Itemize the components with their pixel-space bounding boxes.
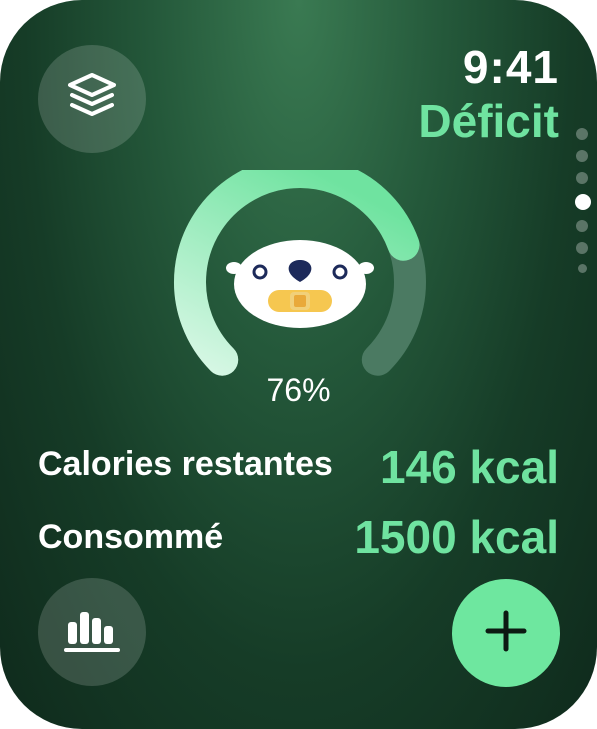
consumed-value: 1500 kcal (354, 511, 559, 563)
plus-icon (484, 609, 528, 658)
add-button[interactable] (452, 579, 560, 687)
page-dot (577, 264, 587, 273)
page-dot (576, 172, 588, 184)
remaining-calories-label: Calories restantes (38, 445, 333, 483)
page-dot-active (575, 194, 591, 210)
progress-percent: 76% (266, 372, 331, 408)
page-dot (576, 242, 588, 254)
watch-screen: 9:41 Déficit 76% Calories restantes 146 … (0, 0, 597, 729)
layers-icon (64, 69, 120, 130)
layers-button[interactable] (38, 45, 146, 153)
mascot-icon (226, 232, 374, 333)
consumed-label: Consommé (38, 518, 224, 556)
page-dot (576, 150, 588, 162)
remaining-calories-value: 146 kcal (379, 441, 559, 493)
page-indicator (575, 128, 591, 283)
clock-time: 9:41 (462, 41, 559, 93)
page-dot (576, 128, 588, 140)
page-dot (576, 220, 588, 232)
bar-chart-icon (62, 604, 122, 661)
stats-button[interactable] (38, 578, 146, 686)
status-label: Déficit (418, 95, 559, 147)
